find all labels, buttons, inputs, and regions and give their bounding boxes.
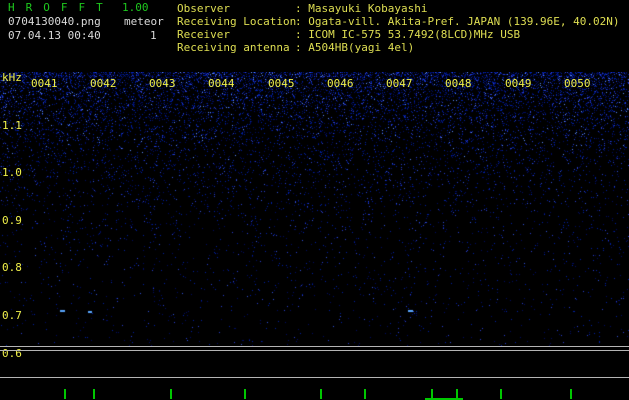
info-label-receiver: Receiver — [177, 28, 230, 41]
bottom-tick — [64, 389, 66, 399]
strip-line — [0, 350, 629, 351]
bottom-tick — [93, 389, 95, 399]
meteor-counter-value: 1 — [150, 29, 157, 42]
info-label-antenna: Receiving antenna — [177, 41, 290, 54]
time-axis-label: 0050 — [564, 77, 591, 90]
datetime-text: 07.04.13 00:40 — [8, 29, 101, 42]
time-axis-label: 0045 — [268, 77, 295, 90]
bottom-tick — [320, 389, 322, 399]
filename-text: 0704130040.png — [8, 15, 101, 28]
app-version: 1.00 — [122, 1, 149, 14]
time-axis-label: 0042 — [90, 77, 117, 90]
freq-axis-label: 0.7 — [2, 309, 22, 322]
freq-axis-label: 1.1 — [2, 119, 22, 132]
bottom-tick — [364, 389, 366, 399]
time-axis-label: 0043 — [149, 77, 176, 90]
bottom-tick — [570, 389, 572, 399]
spectrogram-canvas — [0, 72, 629, 346]
freq-unit-label: kHz — [2, 71, 22, 84]
freq-axis-label: 0.8 — [2, 261, 22, 274]
info-label-observer: Observer — [177, 2, 230, 15]
freq-axis-label: 1.0 — [2, 166, 22, 179]
bottom-tick — [244, 389, 246, 399]
time-axis-label: 0047 — [386, 77, 413, 90]
bottom-tick — [170, 389, 172, 399]
app-logo: HROFFT — [8, 1, 114, 14]
time-axis-label: 0048 — [445, 77, 472, 90]
info-value-antenna: : A504HB(yagi 4el) — [295, 41, 415, 54]
meteor-counter-label: meteor — [124, 15, 164, 28]
time-axis-label: 0046 — [327, 77, 354, 90]
info-value-location: : Ogata-vill. Akita-Pref. JAPAN (139.96E… — [295, 15, 620, 28]
freq-axis-label: 0.9 — [2, 214, 22, 227]
hrofft-output-image: HROFFT 1.00 0704130040.png meteor 07.04.… — [0, 0, 629, 400]
info-value-receiver: : ICOM IC-575 53.7492(8LCD)MHz USB — [295, 28, 521, 41]
bottom-tick — [500, 389, 502, 399]
strip-line — [0, 346, 629, 347]
info-label-location: Receiving Location — [177, 15, 297, 28]
time-axis-label: 0041 — [31, 77, 58, 90]
info-value-observer: : Masayuki Kobayashi — [295, 2, 428, 15]
strip-line — [0, 377, 629, 378]
time-axis-label: 0049 — [505, 77, 532, 90]
time-axis-label: 0044 — [208, 77, 235, 90]
